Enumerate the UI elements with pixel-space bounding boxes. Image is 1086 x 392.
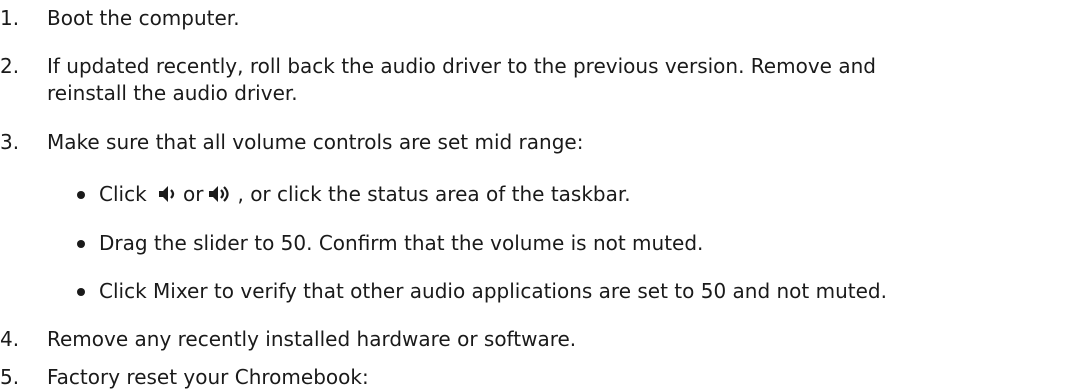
bullet-dot: [77, 240, 85, 248]
bullet-click-suffix: , or click the status area of the taskba…: [237, 182, 631, 206]
step-text: If updated recently, roll back the audio…: [47, 54, 876, 78]
step-number: 4.: [0, 327, 20, 351]
speaker-low-icon: [159, 186, 175, 202]
step-text-continued: reinstall the audio driver.: [47, 81, 298, 105]
bullet-text: Click or , or click the status area of t…: [99, 180, 631, 209]
step-number: 5.: [0, 365, 20, 389]
speaker-high-icon: [209, 186, 230, 202]
bullet-click-label: Click: [99, 182, 147, 206]
bullet-or-label: or: [183, 182, 204, 206]
step-number: 1.: [0, 6, 20, 30]
bullet-dot: [77, 288, 85, 296]
step-number: 3.: [0, 130, 20, 154]
step-text: Factory reset your Chromebook:: [47, 365, 369, 389]
bullet-text: Click Mixer to verify that other audio a…: [99, 279, 887, 303]
bullet-text: Drag the slider to 50. Confirm that the …: [99, 231, 704, 255]
step-number: 2.: [0, 54, 20, 78]
step-text: Remove any recently installed hardware o…: [47, 327, 577, 351]
bullet-dot: [77, 191, 85, 199]
step-text: Make sure that all volume controls are s…: [47, 130, 584, 154]
step-text: Boot the computer.: [47, 6, 240, 30]
